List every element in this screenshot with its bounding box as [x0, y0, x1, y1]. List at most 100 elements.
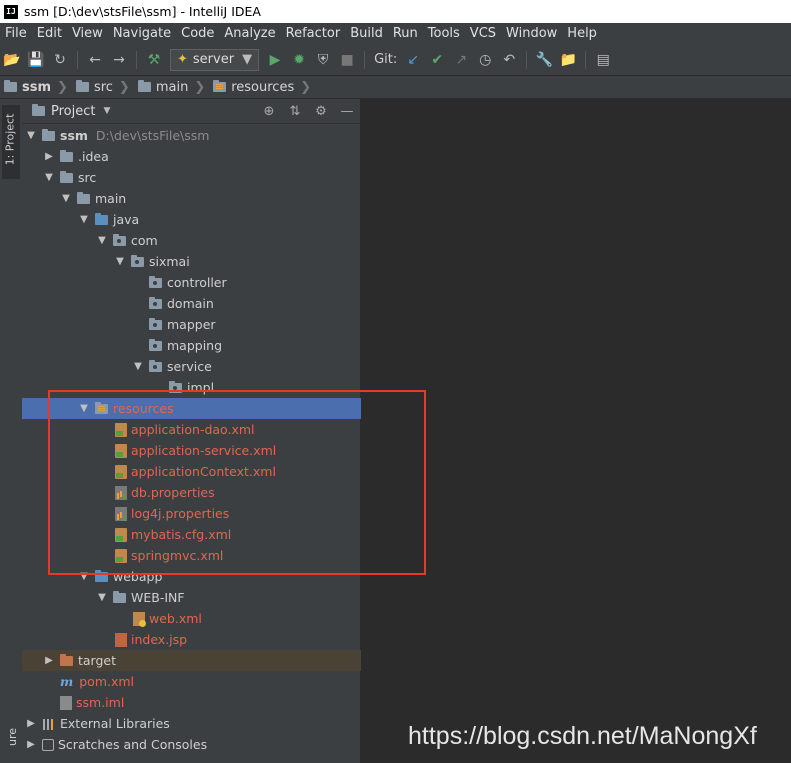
package-icon [131, 254, 144, 267]
expanded-arrow-icon[interactable]: ▼ [77, 571, 91, 582]
breadcrumb-main[interactable]: main ❯ [134, 80, 209, 95]
module-folder-icon [4, 80, 17, 92]
collapsed-arrow-icon[interactable]: ▶ [24, 718, 38, 729]
xml-file-icon [115, 527, 127, 542]
vcs-commit-icon[interactable]: ✔ [426, 49, 448, 71]
folder-icon [60, 149, 73, 162]
tree-node-ssm[interactable]: ▼ ssm D:\dev\stsFile\ssm [22, 125, 362, 146]
package-icon [149, 275, 162, 288]
save-icon[interactable]: 💾 [25, 49, 47, 71]
toolbar-divider [136, 50, 137, 69]
chevron-down-icon: ▼ [242, 52, 253, 67]
project-view-select[interactable]: Project [51, 104, 95, 119]
debug-icon[interactable]: ✹ [288, 49, 310, 71]
sync-icon[interactable]: ↻ [49, 49, 71, 71]
tree-file-iml[interactable]: ssm.iml [22, 692, 398, 713]
menu-help[interactable]: Help [567, 26, 597, 41]
expanded-arrow-icon[interactable]: ▼ [77, 403, 91, 414]
minimize-icon[interactable]: — [334, 104, 360, 119]
menu-refactor[interactable]: Refactor [286, 26, 341, 41]
tree-node-main[interactable]: ▼ main [22, 188, 397, 209]
back-arrow-icon[interactable]: ← [84, 49, 106, 71]
tomcat-icon: ✦ [177, 52, 188, 67]
menu-file[interactable]: File [5, 26, 27, 41]
spring-xml-icon [115, 443, 127, 458]
rollback-icon[interactable]: ↶ [498, 49, 520, 71]
menu-navigate[interactable]: Navigate [113, 26, 171, 41]
settings-wrench-icon[interactable]: 🔧 [533, 49, 555, 71]
expanded-arrow-icon[interactable]: ▼ [59, 193, 73, 204]
folder-icon [75, 80, 89, 92]
tree-node-webapp[interactable]: ▼ webapp [22, 566, 415, 587]
menu-edit[interactable]: Edit [37, 26, 62, 41]
menu-vcs[interactable]: VCS [470, 26, 496, 41]
web-folder-icon [95, 569, 108, 582]
menu-window[interactable]: Window [506, 26, 557, 41]
spring-xml-icon [115, 422, 127, 437]
open-folder-icon[interactable]: 📂 [1, 49, 23, 71]
breadcrumb-resources[interactable]: resources ❯ [209, 80, 315, 95]
excluded-folder-icon [60, 653, 73, 666]
window-title: ssm [D:\dev\stsFile\ssm] - IntelliJ IDEA [24, 4, 261, 19]
project-structure-icon[interactable]: 📁 [557, 49, 579, 71]
expanded-arrow-icon[interactable]: ▼ [113, 256, 127, 267]
library-icon [42, 718, 56, 730]
toolbar-divider [77, 50, 78, 69]
watermark: https://blog.csdn.net/MaNongXf [408, 722, 757, 750]
project-panel: Project ▼ ⊕ ⇅ ⚙ — ▼ ssm D:\dev\stsFile\s… [22, 99, 415, 763]
project-tool-tab[interactable]: 1: Project [2, 105, 20, 179]
collapsed-arrow-icon[interactable]: ▶ [42, 151, 56, 162]
coverage-icon[interactable]: ⛨ [312, 49, 334, 71]
menu-code[interactable]: Code [181, 26, 214, 41]
folder-icon [60, 170, 73, 183]
tree-file-pom[interactable]: m pom.xml [22, 671, 398, 692]
project-view-icon [32, 104, 45, 116]
gear-icon[interactable]: ⚙ [308, 104, 334, 119]
tree-node-target[interactable]: ▶ target [22, 650, 380, 671]
expanded-arrow-icon[interactable]: ▼ [24, 130, 38, 141]
collapsed-arrow-icon[interactable]: ▶ [24, 739, 38, 750]
tree-node-idea[interactable]: ▶ .idea [22, 146, 380, 167]
breadcrumb-src[interactable]: src ❯ [72, 80, 134, 95]
package-icon [149, 296, 162, 309]
menu-run[interactable]: Run [393, 26, 418, 41]
tree-node-resources[interactable]: ▼ resources [22, 398, 415, 419]
menu-analyze[interactable]: Analyze [224, 26, 275, 41]
breadcrumb: ssm ❯ src ❯ main ❯ resources ❯ [0, 76, 791, 99]
source-folder-icon [95, 212, 108, 225]
editor-area[interactable] [361, 99, 791, 763]
expanded-arrow-icon[interactable]: ▼ [95, 235, 109, 246]
run-icon[interactable]: ▶ [264, 49, 286, 71]
vcs-compare-icon[interactable]: ↗ [450, 49, 472, 71]
tree-node-scratches[interactable]: ▶ Scratches and Consoles [22, 734, 362, 755]
expanded-arrow-icon[interactable]: ▼ [42, 172, 56, 183]
expanded-arrow-icon[interactable]: ▼ [95, 592, 109, 603]
menu-tools[interactable]: Tools [428, 26, 460, 41]
git-label: Git: [374, 52, 398, 67]
collapsed-arrow-icon[interactable]: ▶ [42, 655, 56, 666]
history-icon[interactable]: ◷ [474, 49, 496, 71]
chevron-down-icon[interactable]: ▼ [103, 106, 110, 116]
breadcrumb-ssm[interactable]: ssm ❯ [0, 80, 72, 95]
resources-folder-icon [213, 80, 227, 92]
build-hammer-icon[interactable]: ⚒ [143, 49, 165, 71]
collapse-all-icon[interactable]: ⇅ [282, 104, 308, 119]
intellij-icon: IJ [4, 4, 18, 19]
tree-node-src[interactable]: ▼ src [22, 167, 380, 188]
database-icon[interactable]: ▤ [592, 49, 614, 71]
vcs-update-icon[interactable]: ↙ [402, 49, 424, 71]
expanded-arrow-icon[interactable]: ▼ [77, 214, 91, 225]
structure-tool-tab[interactable]: ure [6, 728, 19, 746]
spring-xml-icon [115, 464, 127, 479]
maven-icon: m [60, 674, 74, 689]
stop-icon[interactable]: ■ [336, 49, 358, 71]
resources-folder-icon [95, 401, 108, 414]
run-config-select[interactable]: ✦ server ▼ [170, 48, 260, 71]
tree-node-external-libraries[interactable]: ▶ External Libraries [22, 713, 362, 734]
tree-node-java[interactable]: ▼ java [22, 209, 415, 230]
menu-view[interactable]: View [72, 26, 103, 41]
locate-file-icon[interactable]: ⊕ [256, 104, 282, 119]
expanded-arrow-icon[interactable]: ▼ [131, 361, 145, 372]
forward-arrow-icon[interactable]: → [108, 49, 130, 71]
menu-build[interactable]: Build [350, 26, 383, 41]
